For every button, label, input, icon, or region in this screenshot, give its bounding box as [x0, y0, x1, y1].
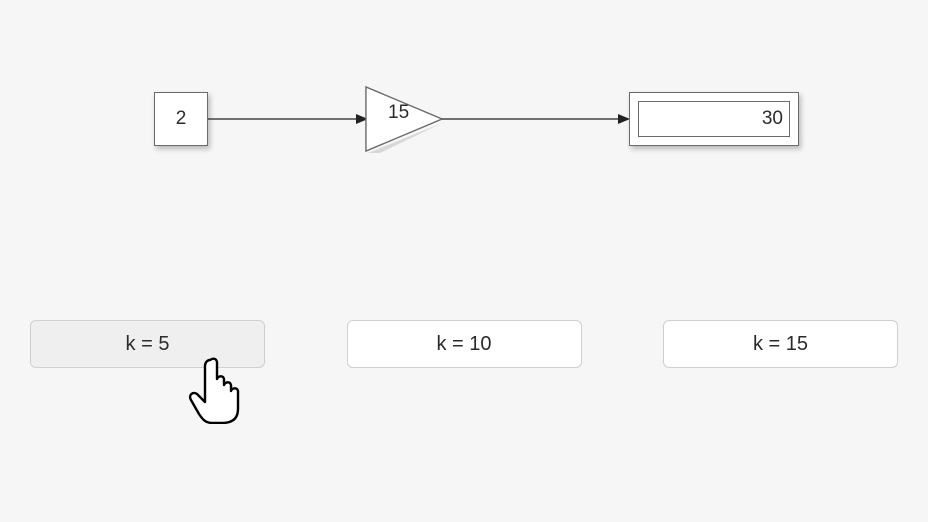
display-block[interactable]: 30	[629, 92, 799, 146]
gain-buttons-row: k = 5 k = 10 k = 15	[30, 320, 898, 368]
signal-line-1	[208, 112, 368, 128]
display-inner: 30	[638, 101, 790, 137]
button-k10[interactable]: k = 10	[347, 320, 582, 368]
button-k15-label: k = 15	[753, 333, 808, 356]
model-diagram: 2 15 30	[0, 0, 928, 522]
signal-line-2	[442, 112, 632, 128]
button-k5[interactable]: k = 5	[30, 320, 265, 368]
button-k10-label: k = 10	[436, 333, 491, 356]
constant-value: 2	[176, 108, 187, 130]
display-value: 30	[762, 108, 783, 130]
button-k15[interactable]: k = 15	[663, 320, 898, 368]
constant-block[interactable]: 2	[154, 92, 208, 146]
button-k5-label: k = 5	[126, 333, 170, 356]
gain-block[interactable]	[364, 85, 444, 153]
